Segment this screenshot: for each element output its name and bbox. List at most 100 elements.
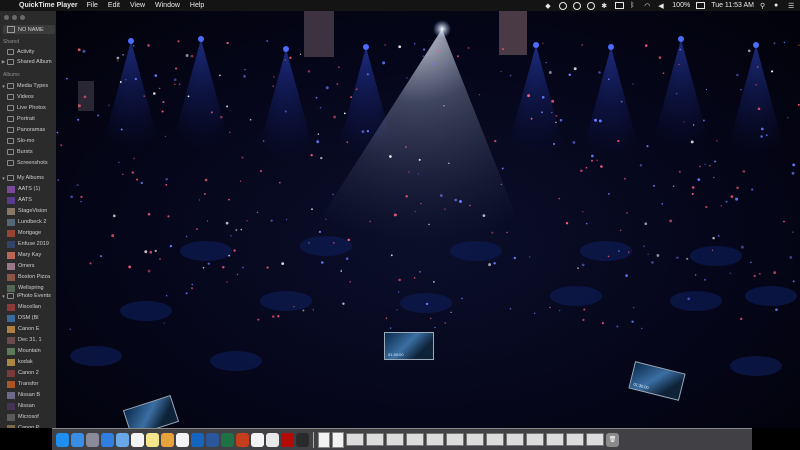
status-icon[interactable] <box>559 1 568 10</box>
crowd-light <box>686 257 689 260</box>
document-icon[interactable] <box>318 431 330 448</box>
dropbox-icon[interactable]: ◆ <box>545 2 553 10</box>
sidebar-item-shared-album[interactable]: ▶ Shared Album <box>0 57 56 67</box>
minimized-window[interactable] <box>346 433 364 446</box>
sidebar-item-event[interactable]: Nissan <box>0 401 56 411</box>
sidebar-item-event[interactable]: Microsof <box>0 412 56 422</box>
finder-icon[interactable] <box>56 432 69 447</box>
sidebar-item-media-type[interactable]: Screenshots <box>0 158 56 168</box>
sidebar-item-event[interactable]: Canon 2 <box>0 368 56 378</box>
minimized-window[interactable] <box>546 433 564 446</box>
menu-file[interactable]: File <box>87 2 98 9</box>
vectorworks-icon[interactable] <box>296 432 309 447</box>
sync-icon[interactable] <box>573 1 582 10</box>
sidebar-item-event[interactable]: Miscellan <box>0 302 56 312</box>
sidebar-item-event[interactable]: Mountain <box>0 346 56 356</box>
sidebar-item-media-types[interactable]: ▼ Media Types <box>0 81 56 91</box>
menu-clock[interactable]: Tue 11:53 AM <box>711 2 754 9</box>
sidebar-item-media-type[interactable]: Live Photos <box>0 103 56 113</box>
menu-help[interactable]: Help <box>190 2 204 9</box>
sidebar-item-media-type[interactable]: Bursts <box>0 147 56 157</box>
word-icon[interactable] <box>206 432 219 447</box>
excel-icon[interactable] <box>221 432 234 447</box>
sidebar-item-album[interactable]: AATS <box>0 195 56 205</box>
desktop-file-thumbnail[interactable]: 01:30:00 <box>384 332 434 360</box>
sidebar-item-iphoto-events[interactable]: ▼ iPhoto Events <box>0 291 56 301</box>
user-icon[interactable]: ● <box>774 2 782 9</box>
minimized-window[interactable] <box>406 433 424 446</box>
battery-icon[interactable] <box>696 2 706 9</box>
minimized-window[interactable] <box>466 433 484 446</box>
zoom-button[interactable] <box>20 15 25 20</box>
safari-icon[interactable] <box>101 432 114 447</box>
minimized-window[interactable] <box>446 433 464 446</box>
volume-icon[interactable]: ◀ <box>658 2 666 10</box>
notification-center-icon[interactable]: ☰ <box>788 2 796 10</box>
sidebar-item-media-type[interactable]: Portrait <box>0 114 56 124</box>
notes-icon[interactable] <box>146 432 159 447</box>
crowd-light <box>747 49 751 53</box>
time-machine-icon[interactable] <box>587 1 596 10</box>
itunes-icon[interactable] <box>266 432 279 447</box>
sidebar-item-event[interactable]: Transfor <box>0 379 56 389</box>
menu-edit[interactable]: Edit <box>108 2 120 9</box>
minimized-window[interactable] <box>366 433 384 446</box>
sidebar-item-event[interactable]: Canon E <box>0 324 56 334</box>
launchpad-icon[interactable] <box>86 432 99 447</box>
sidebar-item-album[interactable]: Enfuse 2019 <box>0 239 56 249</box>
sidebar-item-album[interactable]: StageVision <box>0 206 56 216</box>
spotlight-icon[interactable]: ⚲ <box>760 2 768 10</box>
sidebar-item-event[interactable]: Canon P <box>0 423 56 428</box>
minimize-button[interactable] <box>12 15 17 20</box>
app-store-icon[interactable] <box>71 432 84 447</box>
bluetooth-icon[interactable]: ᛒ <box>630 2 638 9</box>
disclosure-icon[interactable]: ▼ <box>0 294 7 299</box>
app-menu[interactable]: QuickTime Player <box>19 2 78 9</box>
outlook-icon[interactable] <box>191 432 204 447</box>
powerpoint-icon[interactable] <box>236 432 249 447</box>
sidebar-item-album[interactable]: Mary Kay <box>0 250 56 260</box>
sidebar-item-media-type[interactable]: Panoramas <box>0 125 56 135</box>
sidebar-item-album[interactable]: Omers <box>0 261 56 271</box>
crowd-light <box>325 218 327 220</box>
minimized-window[interactable] <box>386 433 404 446</box>
minimized-window[interactable] <box>506 433 524 446</box>
calendar-icon[interactable] <box>251 432 264 447</box>
minimized-window[interactable] <box>526 433 544 446</box>
minimized-window[interactable] <box>566 433 584 446</box>
mail-icon[interactable] <box>116 432 129 447</box>
disclosure-icon[interactable]: ▼ <box>0 176 7 181</box>
menu-window[interactable]: Window <box>155 2 180 9</box>
sidebar-item-album[interactable]: Boston Pizza <box>0 272 56 282</box>
minimized-window[interactable] <box>486 433 504 446</box>
close-button[interactable] <box>4 15 9 20</box>
menu-extra-icon[interactable]: ✱ <box>601 2 609 10</box>
sidebar-item-activity[interactable]: Activity <box>0 47 56 57</box>
minimized-window[interactable] <box>426 433 444 446</box>
sidebar-item-event[interactable]: Dec 31, 1 <box>0 335 56 345</box>
sidebar-item-media-type[interactable]: Videos <box>0 92 56 102</box>
disclosure-icon[interactable]: ▶ <box>0 59 7 65</box>
sidebar-item-album[interactable]: Lundbeck 2 <box>0 217 56 227</box>
crowd-light <box>396 309 398 311</box>
device-item[interactable]: NO NAME <box>3 25 55 34</box>
disclosure-icon[interactable]: ▼ <box>0 84 7 89</box>
sidebar-item-event[interactable]: kodak <box>0 357 56 367</box>
sidebar-item-my-albums[interactable]: ▼ My Albums <box>0 173 56 183</box>
minimized-window[interactable] <box>586 433 604 446</box>
trash-icon[interactable]: 🗑 <box>606 432 619 447</box>
crowd-light <box>262 140 265 142</box>
sidebar-item-media-type[interactable]: Slo-mo <box>0 136 56 146</box>
sidebar-item-album[interactable]: Mortgage <box>0 228 56 238</box>
document-icon[interactable] <box>332 431 344 448</box>
calendar-icon[interactable] <box>131 432 144 447</box>
sidebar-item-album[interactable]: AATS (1) <box>0 184 56 194</box>
acrobat-icon[interactable] <box>281 432 294 447</box>
menu-view[interactable]: View <box>130 2 145 9</box>
chrome-icon[interactable] <box>176 432 189 447</box>
sidebar-item-event[interactable]: Nissan B <box>0 390 56 400</box>
sidebar-item-event[interactable]: DSM (Bl <box>0 313 56 323</box>
airplay-icon[interactable] <box>615 2 625 9</box>
photos-icon[interactable] <box>161 432 174 447</box>
wifi-icon[interactable]: ◠ <box>644 2 652 10</box>
